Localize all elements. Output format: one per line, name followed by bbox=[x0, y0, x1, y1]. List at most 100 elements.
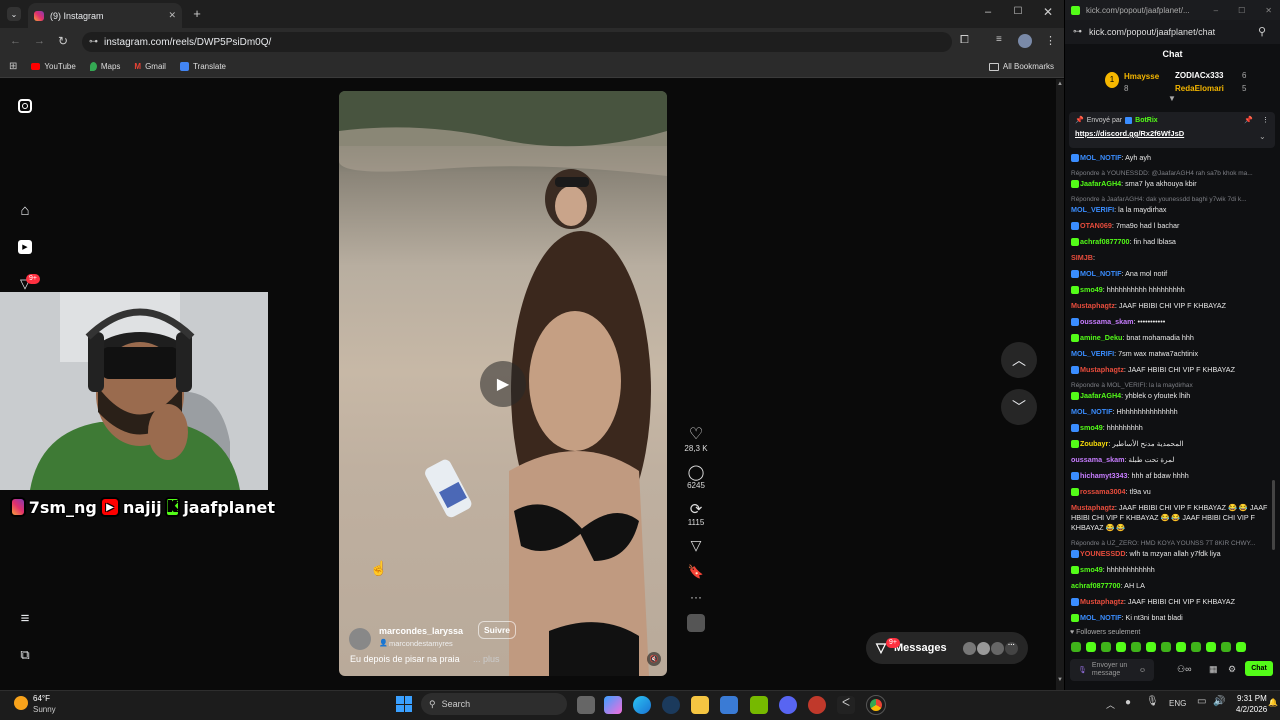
pinned-bot-name[interactable]: BotRix bbox=[1135, 117, 1158, 124]
chat-username[interactable]: MOL_NOTIF bbox=[1080, 269, 1122, 278]
start-button-icon[interactable] bbox=[396, 696, 412, 712]
weather-icon[interactable] bbox=[14, 696, 28, 710]
settings-gear-icon[interactable]: ⚙ bbox=[1228, 664, 1236, 675]
author-avatar[interactable] bbox=[349, 628, 371, 650]
chat-username[interactable]: smo49 bbox=[1080, 285, 1103, 294]
site-info-icon[interactable]: ⊶ bbox=[89, 36, 98, 47]
back-icon[interactable]: ← bbox=[10, 35, 21, 47]
chat-message[interactable]: MOL_NOTIF: Ki nt3ni bnat bladi bbox=[1071, 613, 1276, 623]
chat-username[interactable]: JaafarAGH4 bbox=[1080, 179, 1121, 188]
chat-message[interactable]: Répondre à MOL_VERIFI: la la maydirhax Ja… bbox=[1071, 381, 1276, 401]
expand-gifters-icon[interactable]: ▼ bbox=[1168, 94, 1176, 103]
kick-app-icon[interactable]: ᐸ bbox=[837, 696, 855, 714]
file-explorer-icon[interactable] bbox=[691, 696, 709, 714]
bookmark-translate[interactable]: Translate bbox=[179, 62, 226, 71]
chat-message[interactable]: smo49: hhhhhhhhhhhh bbox=[1071, 565, 1276, 575]
chat-username[interactable]: Mustaphagtz bbox=[1080, 597, 1124, 606]
messages-button[interactable]: ▽ Messages ··· bbox=[866, 632, 1028, 664]
chat-message[interactable]: MOL_NOTIF: Hhhhhhhhhhhhhhh bbox=[1071, 407, 1276, 417]
chat-message[interactable]: oussama_skam: ••••••••••• bbox=[1071, 317, 1276, 327]
extensions-icon[interactable]: ⧠ bbox=[960, 34, 969, 47]
chat-message[interactable]: smo49: hhhhhhhhh bbox=[1071, 423, 1276, 433]
share-icon[interactable]: ▽ bbox=[691, 537, 702, 554]
emote-icon[interactable] bbox=[1086, 642, 1096, 652]
chrome-icon[interactable] bbox=[866, 695, 886, 715]
chat-username[interactable]: amine_Deku bbox=[1080, 333, 1122, 342]
chat-message[interactable]: rossama3004: tl9a vu bbox=[1071, 487, 1276, 497]
save-action[interactable]: 🔖 bbox=[682, 564, 710, 580]
chat-message[interactable]: amine_Deku: bnat mohamadia hhh bbox=[1071, 333, 1276, 343]
scroll-up-icon[interactable]: ▲ bbox=[1057, 81, 1063, 87]
chat-username[interactable]: Mustaphagtz bbox=[1080, 365, 1124, 374]
emote-icon[interactable] bbox=[1236, 642, 1246, 652]
chat-message[interactable]: hichamyt3343: hhh af bdaw hhhh bbox=[1071, 471, 1276, 481]
clock-date[interactable]: 4/2/2026 bbox=[1236, 705, 1267, 714]
emote-icon[interactable] bbox=[1116, 642, 1126, 652]
chat-message[interactable]: Répondre à UZ_ZERO: HMD KOYA YOUNSS 7T 8… bbox=[1071, 539, 1276, 559]
chat-message[interactable]: achraf0877700: fin had lblasa bbox=[1071, 237, 1276, 247]
kick-minimize-button[interactable]: – bbox=[1214, 6, 1218, 15]
emote-icon[interactable] bbox=[1131, 642, 1141, 652]
mute-icon[interactable]: 🔇 bbox=[647, 652, 661, 666]
chat-message[interactable]: smo49: hhhhhhhhhh hhhhhhhhh bbox=[1071, 285, 1276, 295]
chat-message[interactable]: Zoubayr: المحمدية مدنح الأساطير bbox=[1071, 439, 1276, 449]
notifications-icon[interactable]: 🔔 bbox=[1268, 698, 1278, 707]
emote-icon[interactable] bbox=[1206, 642, 1216, 652]
chat-message[interactable]: oussama_skam: لمرة تحت طبلة bbox=[1071, 455, 1276, 465]
play-button[interactable]: ▶ bbox=[480, 361, 526, 407]
close-window-button[interactable]: ✕ bbox=[1042, 5, 1054, 19]
comment-action[interactable]: ◯ 6245 bbox=[682, 463, 710, 490]
reply-context[interactable]: Répondre à MOL_VERIFI: la la maydirhax bbox=[1071, 381, 1276, 391]
reel-video[interactable]: ▶ marcondes_laryssa Suivre 👤 marcondesta… bbox=[339, 91, 667, 676]
chat-username[interactable]: MOL_NOTIF bbox=[1080, 153, 1122, 162]
menu-icon[interactable]: ⋮ bbox=[1045, 34, 1056, 47]
emote-icon[interactable] bbox=[1071, 642, 1081, 652]
bookmark-youtube[interactable]: YouTube bbox=[31, 62, 76, 71]
copilot-icon[interactable] bbox=[604, 696, 622, 714]
repost-action[interactable]: ⟳ 1115 bbox=[682, 500, 710, 527]
forward-icon[interactable]: → bbox=[34, 35, 45, 47]
reply-context[interactable]: Répondre à JaafarAGH4: dak younessdd bag… bbox=[1071, 195, 1276, 205]
audio-thumbnail[interactable] bbox=[682, 614, 710, 632]
follow-button[interactable]: Suivre bbox=[478, 621, 516, 639]
emote-icon[interactable] bbox=[1176, 642, 1186, 652]
chat-username[interactable]: MOL_VERIFI bbox=[1071, 349, 1114, 358]
language-indicator[interactable]: ENG bbox=[1169, 699, 1186, 708]
chat-username[interactable]: rossama3004 bbox=[1080, 487, 1126, 496]
chat-username[interactable]: achraf0877700 bbox=[1071, 581, 1121, 590]
unpin-icon[interactable]: 📌 bbox=[1244, 116, 1253, 124]
send-chat-button[interactable]: Chat bbox=[1245, 661, 1273, 676]
chat-message[interactable]: MOL_VERIFI: 7sm wax matwa7achtinix bbox=[1071, 349, 1276, 359]
page-scrollbar[interactable]: ▲ ▼ bbox=[1056, 79, 1064, 690]
kick-close-button[interactable]: ✕ bbox=[1265, 6, 1272, 15]
repost-icon[interactable]: ⟳ bbox=[690, 500, 703, 518]
profile-avatar[interactable] bbox=[1018, 34, 1032, 48]
reply-context[interactable]: Répondre à YOUNESSDD: @JaafarAGH4 rah sa… bbox=[1071, 169, 1276, 179]
chat-username[interactable]: Mustaphagtz bbox=[1071, 503, 1115, 512]
volume-icon[interactable]: 🔊 bbox=[1213, 696, 1225, 707]
chat-message[interactable]: Répondre à YOUNESSDD: @JaafarAGH4 rah sa… bbox=[1071, 169, 1276, 189]
chat-username[interactable]: SIMJB bbox=[1071, 253, 1093, 262]
comment-icon[interactable]: ◯ bbox=[688, 463, 705, 481]
more-icon[interactable]: ··· bbox=[690, 590, 702, 604]
chat-username[interactable]: MOL_NOTIF bbox=[1071, 407, 1113, 416]
tray-mic-icon[interactable]: 🎙 bbox=[1146, 696, 1159, 707]
emote-icon[interactable] bbox=[1146, 642, 1156, 652]
chat-message[interactable]: SIMJB: bbox=[1071, 253, 1276, 263]
all-bookmarks[interactable]: All Bookmarks bbox=[988, 62, 1054, 71]
calendar-icon[interactable]: ▦ bbox=[1209, 664, 1218, 675]
collapse-pinned-icon[interactable]: ⌄ bbox=[1259, 132, 1266, 141]
edge-icon[interactable] bbox=[633, 696, 651, 714]
message-input[interactable]: 🎙 Envoyer un message ☺ bbox=[1070, 659, 1154, 681]
chat-username[interactable]: Zoubayr bbox=[1080, 439, 1108, 448]
kick-address-bar[interactable]: ⊶ kick.com/popout/jaafplanet/chat ⚲ bbox=[1065, 20, 1280, 44]
chat-message[interactable]: Mustaphagtz: JAAF HBIBI CHI VIP F KHBAYA… bbox=[1071, 365, 1276, 375]
taskbar-search[interactable]: ⚲ Search bbox=[421, 693, 567, 715]
next-reel-button[interactable]: ﹀ bbox=[1001, 389, 1037, 425]
chat-message[interactable]: Mustaphagtz: JAAF HBIBI CHI VIP F KHBAYA… bbox=[1071, 301, 1276, 311]
media-control-icon[interactable]: ≡ bbox=[996, 34, 1002, 45]
new-tab-button[interactable]: + bbox=[190, 6, 204, 21]
chat-username[interactable]: achraf0877700 bbox=[1080, 237, 1130, 246]
chat-username[interactable]: JaafarAGH4 bbox=[1080, 391, 1121, 400]
emote-icon[interactable] bbox=[1191, 642, 1201, 652]
